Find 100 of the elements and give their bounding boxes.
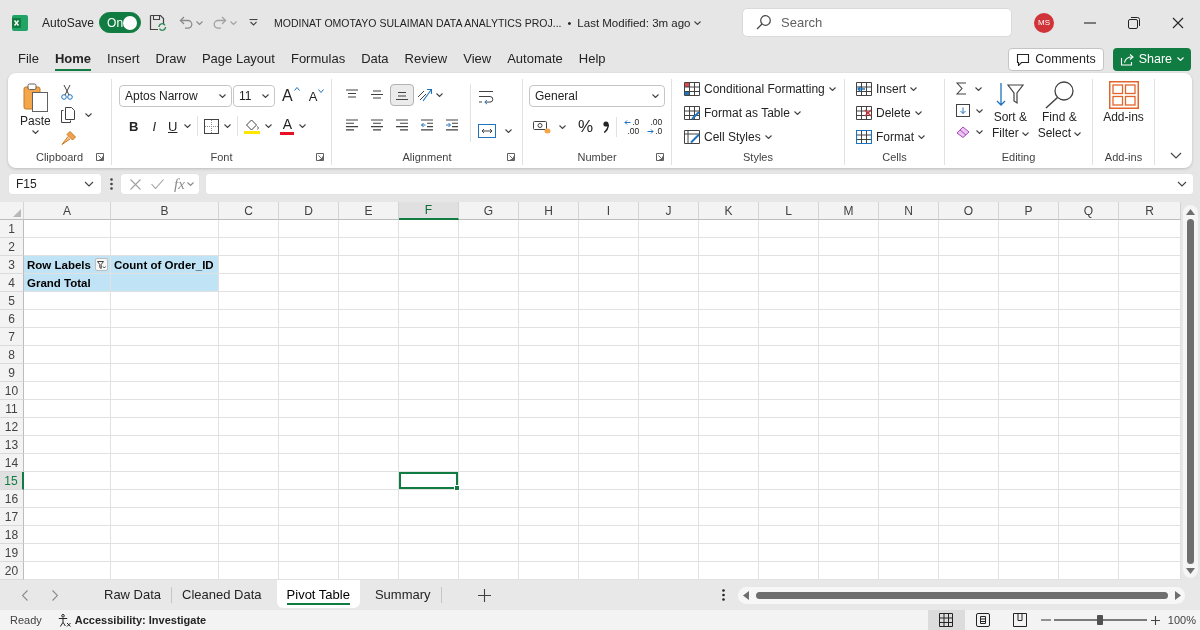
fill-handle[interactable]: [454, 485, 460, 491]
row-header[interactable]: 20: [0, 562, 24, 580]
comma-style-button[interactable]: [603, 121, 610, 133]
column-header[interactable]: G: [459, 202, 519, 220]
column-header[interactable]: Q: [1059, 202, 1119, 220]
active-cell[interactable]: [399, 472, 459, 490]
font-name-dropdown[interactable]: Aptos Narrow: [119, 85, 232, 107]
ribbon-tab[interactable]: Formulas: [290, 50, 346, 71]
column-header[interactable]: I: [579, 202, 639, 220]
column-header[interactable]: M: [819, 202, 879, 220]
clear-button[interactable]: [956, 126, 983, 138]
name-box[interactable]: F15: [8, 173, 102, 195]
bold-button[interactable]: B: [129, 118, 139, 134]
scrollbar-thumb[interactable]: [1187, 219, 1194, 564]
row-header[interactable]: 16: [0, 490, 24, 508]
customize-toolbar-button[interactable]: [249, 19, 259, 26]
ribbon-tab[interactable]: Review: [404, 50, 448, 71]
ribbon-tab[interactable]: Page Layout: [201, 50, 275, 71]
column-header[interactable]: J: [639, 202, 699, 220]
row-header[interactable]: 10: [0, 382, 24, 400]
sheet-tab[interactable]: Raw Data: [94, 580, 172, 608]
row-header[interactable]: 19: [0, 544, 24, 562]
accessibility-button[interactable]: Accessibility: Investigate: [57, 613, 207, 627]
dialog-launcher-button[interactable]: [507, 152, 515, 161]
view-button[interactable]: [927, 610, 965, 630]
save-button[interactable]: [149, 13, 168, 32]
comments-button[interactable]: Comments: [1008, 47, 1104, 71]
slider-thumb[interactable]: [1097, 615, 1104, 625]
ribbon-tab[interactable]: Insert: [107, 50, 140, 71]
styles-menu-button[interactable]: Conditional Formatting: [684, 79, 844, 99]
row-header[interactable]: 14: [0, 454, 24, 472]
row-header[interactable]: 11: [0, 400, 24, 418]
cells-menu-button[interactable]: Delete: [856, 103, 944, 123]
column-header[interactable]: L: [759, 202, 819, 220]
column-header[interactable]: O: [939, 202, 999, 220]
row-header[interactable]: 2: [0, 238, 24, 256]
column-header[interactable]: H: [519, 202, 579, 220]
ribbon-tab[interactable]: Help: [578, 50, 606, 71]
fill-color-button[interactable]: [244, 118, 273, 134]
column-header[interactable]: P: [999, 202, 1059, 220]
undo-button[interactable]: [179, 16, 204, 29]
number-format-dropdown[interactable]: General: [529, 85, 665, 107]
ribbon-tab[interactable]: Home: [54, 50, 92, 71]
row-header[interactable]: 7: [0, 328, 24, 346]
sheet-tab[interactable]: Pivot Table: [276, 580, 360, 608]
paste-button[interactable]: Paste: [20, 81, 51, 134]
column-header[interactable]: E: [339, 202, 399, 220]
sheet-tab[interactable]: Cleaned Data: [172, 580, 272, 608]
autosum-button[interactable]: [956, 82, 982, 95]
cancel-button[interactable]: [130, 178, 141, 190]
user-avatar[interactable]: MS: [1034, 12, 1054, 33]
ribbon-tab[interactable]: View: [463, 50, 492, 71]
font-color-button[interactable]: A: [280, 117, 307, 135]
copy-button[interactable]: [60, 107, 92, 123]
styles-menu-button[interactable]: Format as Table: [684, 103, 844, 123]
column-header[interactable]: R: [1119, 202, 1181, 220]
vertical-scrollbar[interactable]: [1183, 205, 1198, 578]
cells-menu-button[interactable]: Format: [856, 127, 944, 147]
accounting-format-button[interactable]: [533, 120, 566, 134]
row-header[interactable]: 13: [0, 436, 24, 454]
decrease-decimal-button[interactable]: .00 .0: [647, 118, 663, 136]
row-header[interactable]: 6: [0, 310, 24, 328]
cut-button[interactable]: [60, 84, 73, 100]
formula-input[interactable]: [205, 173, 1194, 195]
new-sheet-button[interactable]: [477, 588, 491, 602]
column-header[interactable]: K: [699, 202, 759, 220]
increase-decimal-button[interactable]: .0 .00: [624, 118, 640, 136]
sort-filter-button[interactable]: Sort & Filter: [992, 81, 1029, 141]
styles-menu-button[interactable]: Cell Styles: [684, 127, 844, 147]
italic-button[interactable]: I: [152, 118, 156, 134]
autosave-toggle[interactable]: On: [99, 12, 142, 33]
ribbon-tab[interactable]: Automate: [507, 50, 563, 71]
format-painter-button[interactable]: [60, 130, 77, 146]
zoom-in-button[interactable]: [1150, 615, 1160, 625]
column-header[interactable]: D: [279, 202, 339, 220]
dialog-launcher-button[interactable]: [96, 152, 104, 161]
ribbon-tab[interactable]: Draw: [155, 50, 186, 71]
dialog-launcher-button[interactable]: [656, 152, 664, 161]
row-header[interactable]: 3: [0, 256, 24, 274]
row-header[interactable]: 18: [0, 526, 24, 544]
add-ins-button[interactable]: Add-ins: [1103, 81, 1144, 125]
share-button[interactable]: Share: [1112, 47, 1191, 71]
ribbon-tab[interactable]: File: [18, 50, 39, 71]
fill-button[interactable]: [956, 104, 983, 117]
underline-button[interactable]: U: [168, 118, 192, 134]
column-header[interactable]: A: [24, 202, 111, 220]
borders-button[interactable]: [204, 118, 232, 134]
column-header[interactable]: C: [219, 202, 279, 220]
row-header[interactable]: 1: [0, 220, 24, 238]
row-header[interactable]: 17: [0, 508, 24, 526]
shrink-font-button[interactable]: A: [308, 88, 325, 104]
row-header[interactable]: 9: [0, 364, 24, 382]
find-select-button[interactable]: Find & Select: [1037, 81, 1082, 141]
row-header[interactable]: 8: [0, 346, 24, 364]
last-modified-button[interactable]: Last Modified: 3m ago: [577, 16, 701, 29]
vertical-align-button[interactable]: [390, 84, 414, 106]
percent-style-button[interactable]: %: [578, 117, 594, 137]
column-header[interactable]: N: [879, 202, 939, 220]
horizontal-scrollbar[interactable]: [738, 586, 1185, 604]
row-header[interactable]: 5: [0, 292, 24, 310]
